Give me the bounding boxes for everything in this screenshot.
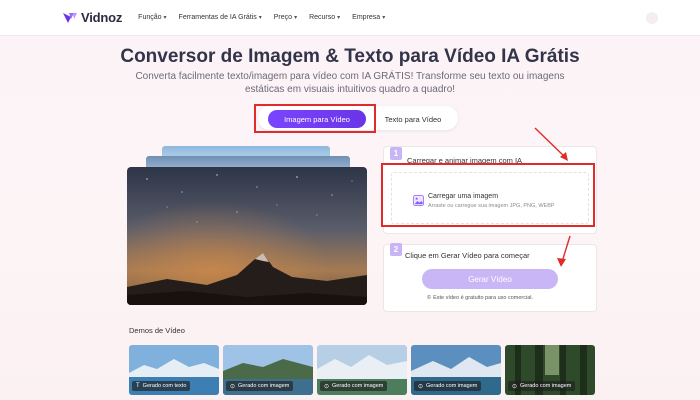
- nav-item-ferramentas[interactable]: Ferramentas de IA Grátis ▾: [179, 14, 262, 21]
- demo-card[interactable]: T Gerado com texto: [129, 345, 219, 395]
- demo-card[interactable]: ⊙ Gerado com imagem: [505, 345, 595, 395]
- demos-title: Demos de Vídeo: [129, 326, 185, 335]
- free-commercial-note: © Este vídeo é gratuito para uso comerci…: [427, 295, 533, 301]
- free-note-text: Este vídeo é gratuito para uso comercial…: [433, 295, 534, 301]
- page-title: Conversor de Imagem & Texto para Vídeo I…: [120, 46, 580, 67]
- image-upload-icon: [413, 195, 424, 206]
- mountain-night-image: [127, 167, 367, 305]
- demo-label-text: Gerado com imagem: [426, 383, 478, 389]
- demo-label: T Gerado com texto: [132, 381, 191, 391]
- demo-label: ⊙ Gerado com imagem: [226, 381, 294, 391]
- nav-label: Preço: [273, 14, 293, 21]
- upload-title: Carregar uma imagem: [428, 193, 499, 200]
- nav-label: Empresa: [352, 14, 381, 21]
- nav-label: Recurso: [309, 14, 336, 21]
- chevron-down-icon: ▾: [294, 15, 298, 21]
- image-icon: ⊙: [512, 383, 518, 390]
- top-navbar: Vidnoz Função ▾ Ferramentas de IA Grátis ▾…: [0, 0, 700, 36]
- image-icon: ⊙: [418, 383, 424, 390]
- image-icon: ⊙: [230, 383, 236, 390]
- nav-item-recurso[interactable]: Recurso ▾: [309, 14, 340, 21]
- nav-label: Ferramentas de IA Grátis: [178, 14, 257, 21]
- copyright-icon: ©: [427, 295, 432, 301]
- user-avatar[interactable]: [646, 12, 658, 24]
- step1-badge: 1: [390, 147, 402, 160]
- generate-video-button[interactable]: Gerar Vídeo: [422, 269, 558, 289]
- logo[interactable]: Vidnoz: [62, 10, 122, 26]
- demo-label: ⊙ Gerado com imagem: [414, 381, 482, 391]
- chevron-down-icon: ▾: [382, 15, 386, 21]
- demo-card[interactable]: ⊙ Gerado com imagem: [411, 345, 501, 395]
- step2-badge: 2: [390, 243, 402, 256]
- logo-text: Vidnoz: [81, 10, 123, 25]
- demo-card[interactable]: ⊙ Gerado com imagem: [223, 345, 313, 395]
- step2-label: Clique em Gerar Vídeo para começar: [405, 251, 530, 260]
- demo-label-text: Gerado com imagem: [332, 383, 384, 389]
- demo-label: ⊙ Gerado com imagem: [320, 381, 388, 391]
- page-subtitle: Converta facilmente texto/imagem para ví…: [135, 71, 565, 95]
- upload-hint: Arraste ou carregue sua imagem JPG, PNG,…: [428, 203, 555, 209]
- chevron-down-icon: ▾: [337, 15, 341, 21]
- demo-label-text: Gerado com imagem: [520, 383, 572, 389]
- image-icon: ⊙: [324, 383, 330, 390]
- vidnoz-logo-icon: [63, 12, 77, 23]
- chevron-down-icon: ▾: [163, 15, 167, 21]
- tab-text-to-video[interactable]: Texto para Vídeo: [370, 110, 456, 128]
- nav-item-empresa[interactable]: Empresa ▾: [352, 14, 385, 21]
- chevron-down-icon: ▾: [258, 15, 262, 21]
- demo-card[interactable]: ⊙ Gerado com imagem: [317, 345, 407, 395]
- annotation-highlight-box: [254, 104, 376, 133]
- demo-label: ⊙ Gerado com imagem: [508, 381, 576, 391]
- text-icon: T: [136, 383, 140, 389]
- nav-item-preco[interactable]: Preço ▾: [274, 14, 297, 21]
- nav-item-funcao[interactable]: Função ▾: [138, 14, 166, 21]
- demo-label-text: Gerado com texto: [142, 383, 187, 389]
- preview-image: [127, 167, 367, 305]
- nav-label: Função: [138, 14, 162, 21]
- demo-label-text: Gerado com imagem: [238, 383, 290, 389]
